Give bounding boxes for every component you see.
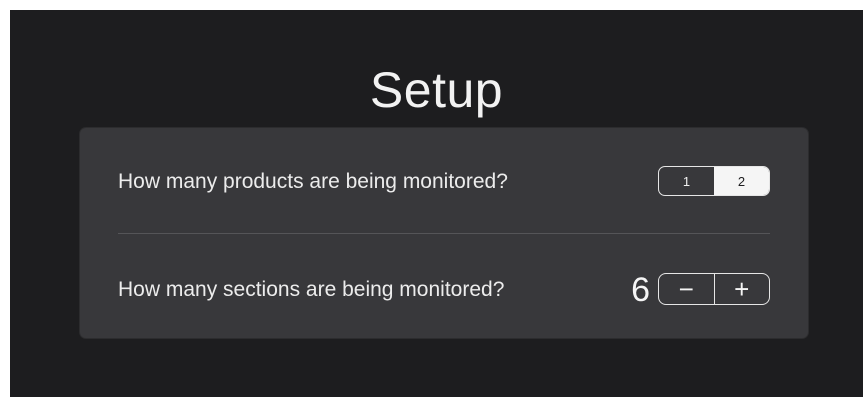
products-question-row: How many products are being monitored? 1… [118,162,770,202]
segment-option-1[interactable]: 1 [659,167,714,195]
sections-question-label: How many sections are being monitored? [118,278,505,301]
setup-screen: Setup How many products are being monito… [10,10,863,397]
products-question-label: How many products are being monitored? [118,170,508,193]
divider [118,233,770,234]
page-title: Setup [369,62,504,118]
plus-icon[interactable]: + [715,274,770,304]
setup-panel: How many products are being monitored? 1… [80,128,808,338]
minus-icon[interactable]: − [659,274,714,304]
products-segmented-control[interactable]: 1 2 [658,166,770,196]
sections-count-value: 6 [631,271,650,309]
sections-stepper[interactable]: − + [658,273,770,305]
sections-question-row: How many sections are being monitored? 6… [118,270,770,310]
segment-option-2[interactable]: 2 [714,167,769,195]
